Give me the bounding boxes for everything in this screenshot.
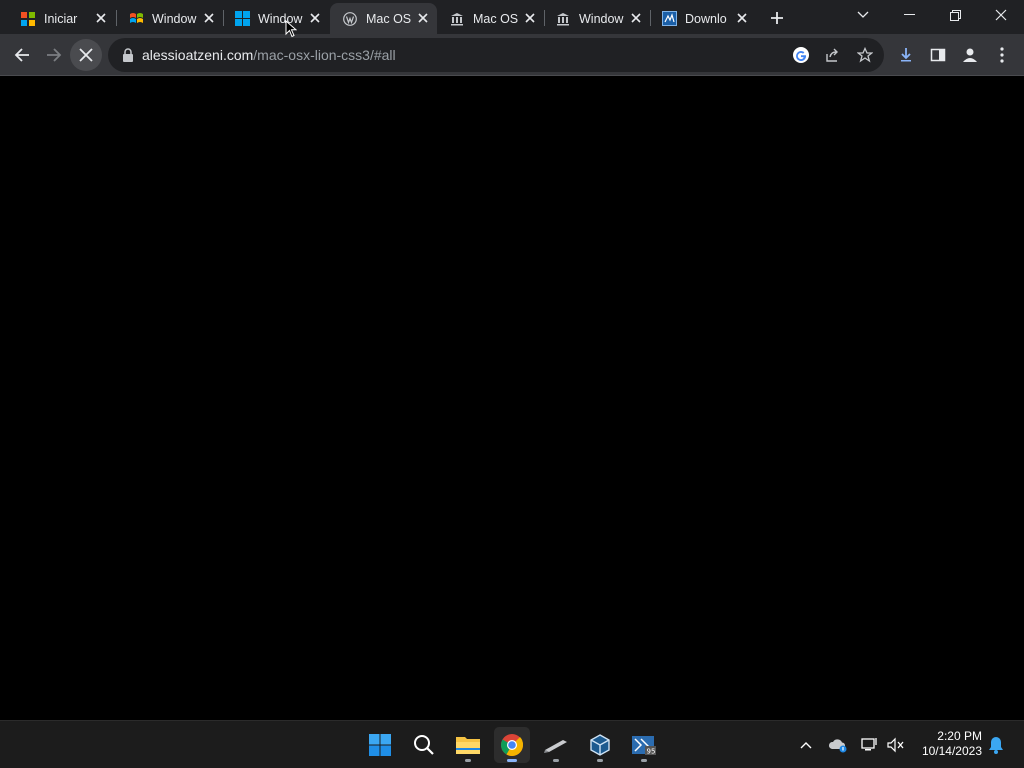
forward-button[interactable] — [38, 39, 70, 71]
windows-taskbar: 95 2:20 PM 10/14/2023 — [0, 720, 1024, 768]
download-site-icon — [661, 11, 677, 27]
close-tab-icon[interactable] — [93, 10, 109, 26]
tab-1[interactable]: Iniciar — [8, 3, 115, 34]
page-content[interactable] — [0, 77, 1024, 720]
file-explorer-icon[interactable] — [450, 727, 486, 763]
close-tab-icon[interactable] — [734, 10, 750, 26]
running-indicator — [553, 759, 559, 762]
tab-title: Mac OS — [366, 11, 412, 26]
close-tab-icon[interactable] — [628, 10, 644, 26]
url-text[interactable]: alessioatzeni.com/mac-osx-lion-css3/#all — [142, 47, 396, 63]
tab-title: Mac OS — [473, 11, 519, 26]
bookmark-star-icon[interactable] — [852, 42, 878, 68]
windows-11-logo-icon — [234, 11, 250, 27]
google-lens-icon[interactable] — [788, 42, 814, 68]
tab-2[interactable]: Window — [116, 3, 223, 34]
windows-xp-logo-icon — [128, 11, 144, 27]
virtualbox-icon[interactable] — [582, 727, 618, 763]
close-tab-icon[interactable] — [415, 10, 431, 26]
tab-4-active[interactable]: Mac OS — [330, 3, 437, 34]
search-icon[interactable] — [406, 727, 442, 763]
volume-muted-icon[interactable] — [884, 733, 908, 757]
network-icon[interactable] — [858, 733, 882, 757]
tab-title: Window — [579, 11, 624, 26]
lock-icon[interactable] — [122, 48, 134, 62]
pen-tool-icon[interactable] — [538, 727, 574, 763]
close-tab-icon[interactable] — [307, 10, 323, 26]
svg-text:95: 95 — [647, 748, 656, 756]
url-path: /mac-osx-lion-css3/#all — [253, 47, 396, 63]
chrome-taskbar-icon[interactable] — [494, 727, 530, 763]
running-indicator — [641, 759, 647, 762]
windows-95-vm-icon[interactable]: 95 — [626, 727, 662, 763]
tab-title: Window — [152, 11, 197, 26]
notification-bell-icon[interactable] — [984, 733, 1008, 757]
tab-title: Downlo — [685, 11, 727, 26]
show-hidden-icons-chevron-up-icon[interactable] — [794, 733, 818, 757]
restore-button[interactable] — [932, 0, 978, 30]
screen: Iniciar Window Window Mac OS Mac OS Wind… — [0, 0, 1024, 768]
tab-5[interactable]: Mac OS — [437, 3, 544, 34]
tab-6[interactable]: Window — [543, 3, 650, 34]
minimize-button[interactable] — [886, 0, 932, 30]
clock-time: 2:20 PM — [937, 729, 982, 743]
tab-7[interactable]: Downlo — [649, 3, 756, 34]
start-button[interactable] — [362, 727, 398, 763]
tab-3[interactable]: Window — [222, 3, 329, 34]
mouse-cursor-icon — [285, 19, 298, 38]
close-tab-icon[interactable] — [522, 10, 538, 26]
side-panel-icon[interactable] — [922, 39, 954, 71]
clock-date: 10/14/2023 — [921, 744, 982, 758]
tab-title: Window — [258, 11, 303, 26]
address-bar[interactable]: alessioatzeni.com/mac-osx-lion-css3/#all — [108, 38, 884, 72]
tab-strip: Iniciar Window Window Mac OS Mac OS Wind… — [0, 0, 1024, 34]
stop-loading-button[interactable] — [70, 39, 102, 71]
downloads-icon[interactable] — [890, 39, 922, 71]
url-domain: alessioatzeni.com — [142, 47, 254, 63]
archive-building-icon — [555, 11, 571, 27]
share-icon[interactable] — [820, 42, 846, 68]
close-tab-icon[interactable] — [201, 10, 217, 26]
system-clock[interactable]: 2:20 PM 10/14/2023 — [912, 729, 982, 759]
close-window-button[interactable] — [978, 0, 1024, 30]
running-indicator — [597, 759, 603, 762]
chrome-menu-icon[interactable] — [986, 39, 1018, 71]
new-tab-button[interactable] — [766, 7, 788, 29]
onedrive-sync-icon[interactable] — [826, 733, 850, 757]
active-indicator — [507, 759, 517, 762]
windows-logo-icon — [20, 11, 36, 27]
running-indicator — [465, 759, 471, 762]
archive-building-icon — [449, 11, 465, 27]
tab-title: Iniciar — [44, 11, 78, 26]
profile-icon[interactable] — [954, 39, 986, 71]
wordpress-icon — [342, 11, 358, 27]
tab-search-button[interactable] — [840, 0, 886, 30]
back-button[interactable] — [6, 39, 38, 71]
